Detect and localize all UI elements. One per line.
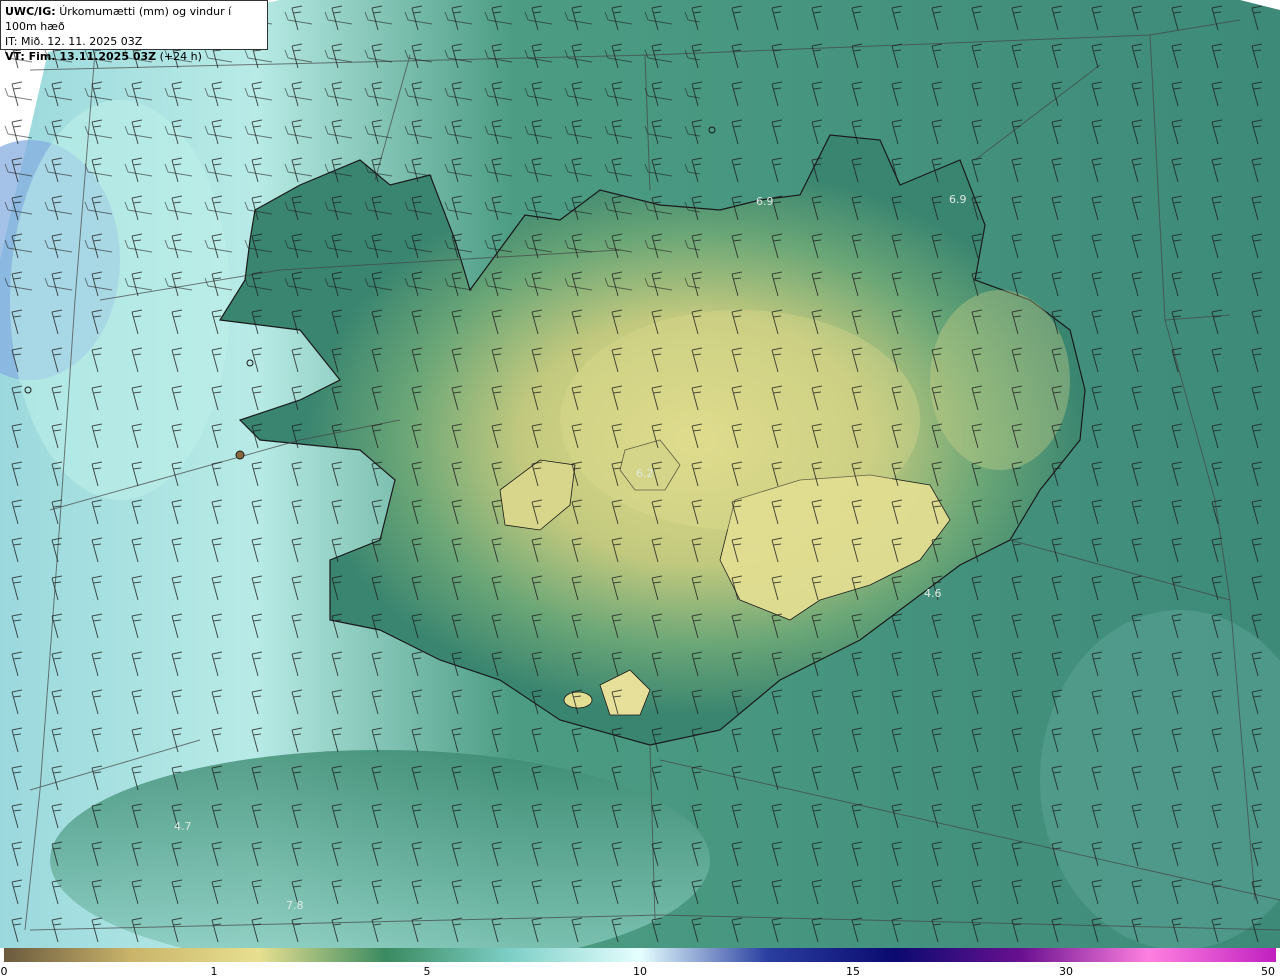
colorbar: 0 1 5 10 15 30 50	[0, 948, 1280, 978]
colorbar-tick: 30	[1059, 965, 1073, 978]
init-time: IT: Mið. 12. 11. 2025 03Z	[5, 35, 143, 48]
map-value-label: 6.2	[636, 467, 654, 480]
valid-time: VT: Fim. 13.11.2025 03Z	[5, 50, 157, 63]
map-value-label: 4.6	[924, 587, 942, 600]
product-code: UWC/IG:	[5, 5, 56, 18]
colorbar-tick: 1	[210, 965, 218, 978]
colorbar-tick: 5	[423, 965, 431, 978]
colorbar-gradient	[4, 948, 1276, 962]
colorbar-tick: 50	[1261, 965, 1275, 978]
colorbar-tick: 10	[633, 965, 647, 978]
map-value-label: 6.9	[756, 195, 774, 208]
map-value-label: 7.8	[286, 899, 304, 912]
colorbar-tick: 15	[846, 965, 860, 978]
valid-lead: (+24 h)	[159, 50, 202, 63]
map-value-label: 6.9	[949, 193, 967, 206]
info-box: UWC/IG: Úrkomumætti (mm) og vindur í 100…	[0, 0, 268, 63]
map-value-label: 4.7	[174, 820, 192, 833]
colorbar-tick: 0	[0, 965, 8, 978]
